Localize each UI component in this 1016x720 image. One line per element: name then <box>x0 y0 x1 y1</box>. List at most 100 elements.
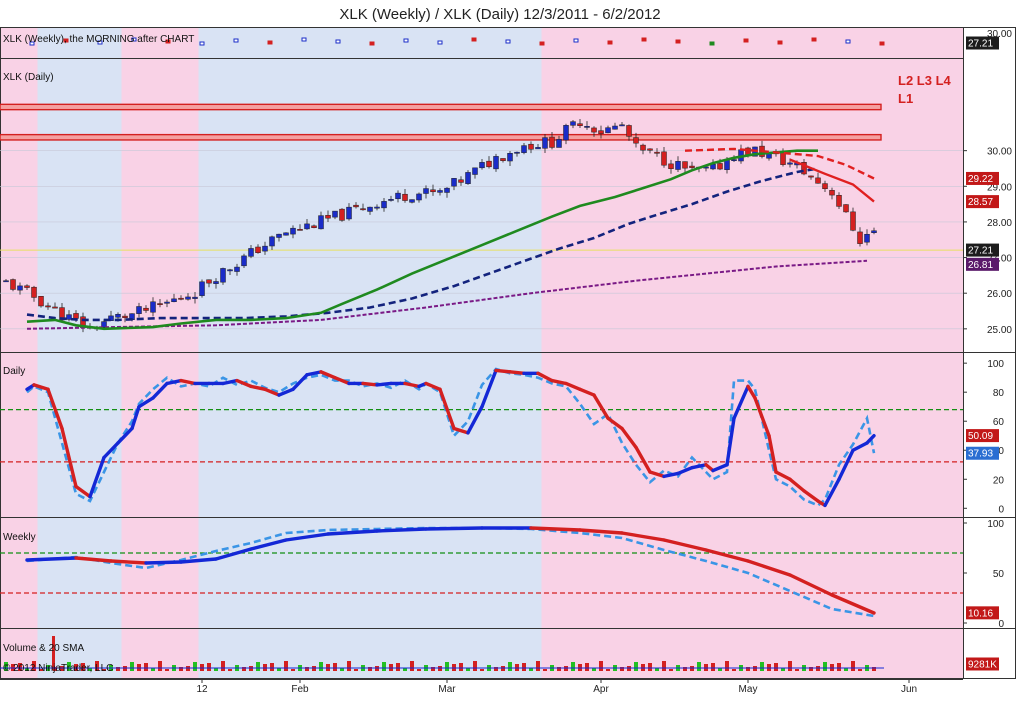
volume-bar <box>480 669 484 671</box>
price-y-tick-label: 26.00 <box>987 289 1012 300</box>
candle-body <box>458 179 464 183</box>
candle-body <box>388 199 394 201</box>
candle-body <box>465 172 471 184</box>
value-tag: 9281K <box>966 657 999 671</box>
candle-body <box>297 229 303 231</box>
candle-body <box>633 137 639 144</box>
price-candle <box>220 267 226 285</box>
osc-y-tick-label: 50 <box>993 569 1005 580</box>
volume-bar <box>774 663 778 671</box>
level-label-l1: L1 <box>898 91 913 106</box>
candle-body <box>66 314 72 320</box>
resistance-band <box>0 103 882 111</box>
candle-body <box>472 167 478 175</box>
candle-body <box>10 279 16 290</box>
price-y-tick-label: 25.00 <box>987 325 1012 336</box>
candle-body <box>353 204 359 208</box>
volume-bar <box>144 663 148 671</box>
candle-body <box>787 162 793 165</box>
strip-candle <box>641 37 647 42</box>
strip-candle <box>369 41 375 46</box>
osc-y-tick-label: 0 <box>998 504 1004 515</box>
candle-body <box>598 130 604 134</box>
candle-body <box>654 151 660 154</box>
candle-body <box>115 313 121 318</box>
price-candle <box>241 253 247 268</box>
candle-body <box>437 190 443 193</box>
candle-body <box>535 147 541 150</box>
price-candle <box>465 170 471 185</box>
osc-y-tick-label: 60 <box>993 417 1005 428</box>
volume-bar <box>732 669 736 671</box>
osc-y-tick-label: 20 <box>993 475 1005 486</box>
volume-bar <box>795 669 799 671</box>
volume-bar <box>571 662 575 671</box>
value-tag-text: 50.09 <box>968 431 993 442</box>
value-tag-text: 37.93 <box>968 449 993 460</box>
candle-body <box>808 175 814 178</box>
volume-bar <box>270 663 274 671</box>
candle-body <box>360 208 366 211</box>
candle-body <box>241 255 247 267</box>
volume-bar <box>697 662 701 671</box>
stoch-k-segment <box>529 526 582 532</box>
strip-candle <box>573 38 579 43</box>
candle-body <box>836 195 842 207</box>
stoch-k-segment <box>375 381 393 387</box>
value-tag: 37.93 <box>966 446 999 460</box>
candle-body <box>402 193 408 201</box>
daily-stoch-label: Daily <box>3 366 25 377</box>
volume-bar <box>193 662 197 671</box>
stoch-k-segment <box>109 559 148 565</box>
price-candle <box>843 204 849 213</box>
volume-bar <box>256 662 260 671</box>
volume-bar <box>522 663 526 671</box>
chart-title: XLK (Weekly) / XLK (Daily) 12/3/2011 - 6… <box>339 6 660 23</box>
volume-bar <box>130 662 134 671</box>
value-tag-text: 27.21 <box>968 39 993 50</box>
value-tag-text: 9281K <box>968 660 997 671</box>
candle-body <box>234 266 240 272</box>
candle-body <box>857 231 863 244</box>
volume-bar <box>669 669 673 671</box>
volume-bar <box>858 669 862 671</box>
volume-bar <box>606 669 610 671</box>
candle-body <box>276 233 282 238</box>
candle-body <box>248 248 254 257</box>
strip-candle <box>845 39 851 44</box>
volume-bar <box>585 663 589 671</box>
strip-candle <box>267 40 273 45</box>
osc-y-tick-label: 100 <box>987 359 1004 370</box>
candle-body <box>262 245 268 252</box>
candle-body <box>605 127 611 134</box>
volume-bar <box>711 663 715 671</box>
volume-bar <box>291 669 295 671</box>
volume-bar <box>382 662 386 671</box>
candle-body <box>395 192 401 200</box>
volume-bar <box>459 663 463 671</box>
candle-body <box>136 306 142 314</box>
volume-bar <box>851 661 855 671</box>
volume-bar <box>284 661 288 671</box>
candle-body <box>416 193 422 201</box>
weekly-strip-label: XLK (Weekly), the MORNING after CHART <box>3 34 194 45</box>
volume-bar <box>536 661 540 671</box>
axes: 12 Feb Mar Apr May Jun <box>0 679 963 695</box>
volume-bar <box>760 662 764 671</box>
value-tag-text: 26.81 <box>968 260 993 271</box>
candle-body <box>185 296 191 300</box>
candle-body <box>444 187 450 193</box>
candle-body <box>339 208 345 221</box>
candle-body <box>556 139 562 148</box>
candle-body <box>486 160 492 168</box>
volume-bar <box>648 663 652 671</box>
stoch-k-segment <box>508 370 526 376</box>
volume-bar <box>823 662 827 671</box>
strip-candle <box>335 39 341 44</box>
volume-bar <box>221 661 225 671</box>
x-tick-label: May <box>739 684 758 695</box>
candle-body <box>3 280 9 283</box>
candle-body <box>640 144 646 151</box>
stoch-k-segment <box>494 368 512 374</box>
strip-candle <box>743 38 749 43</box>
